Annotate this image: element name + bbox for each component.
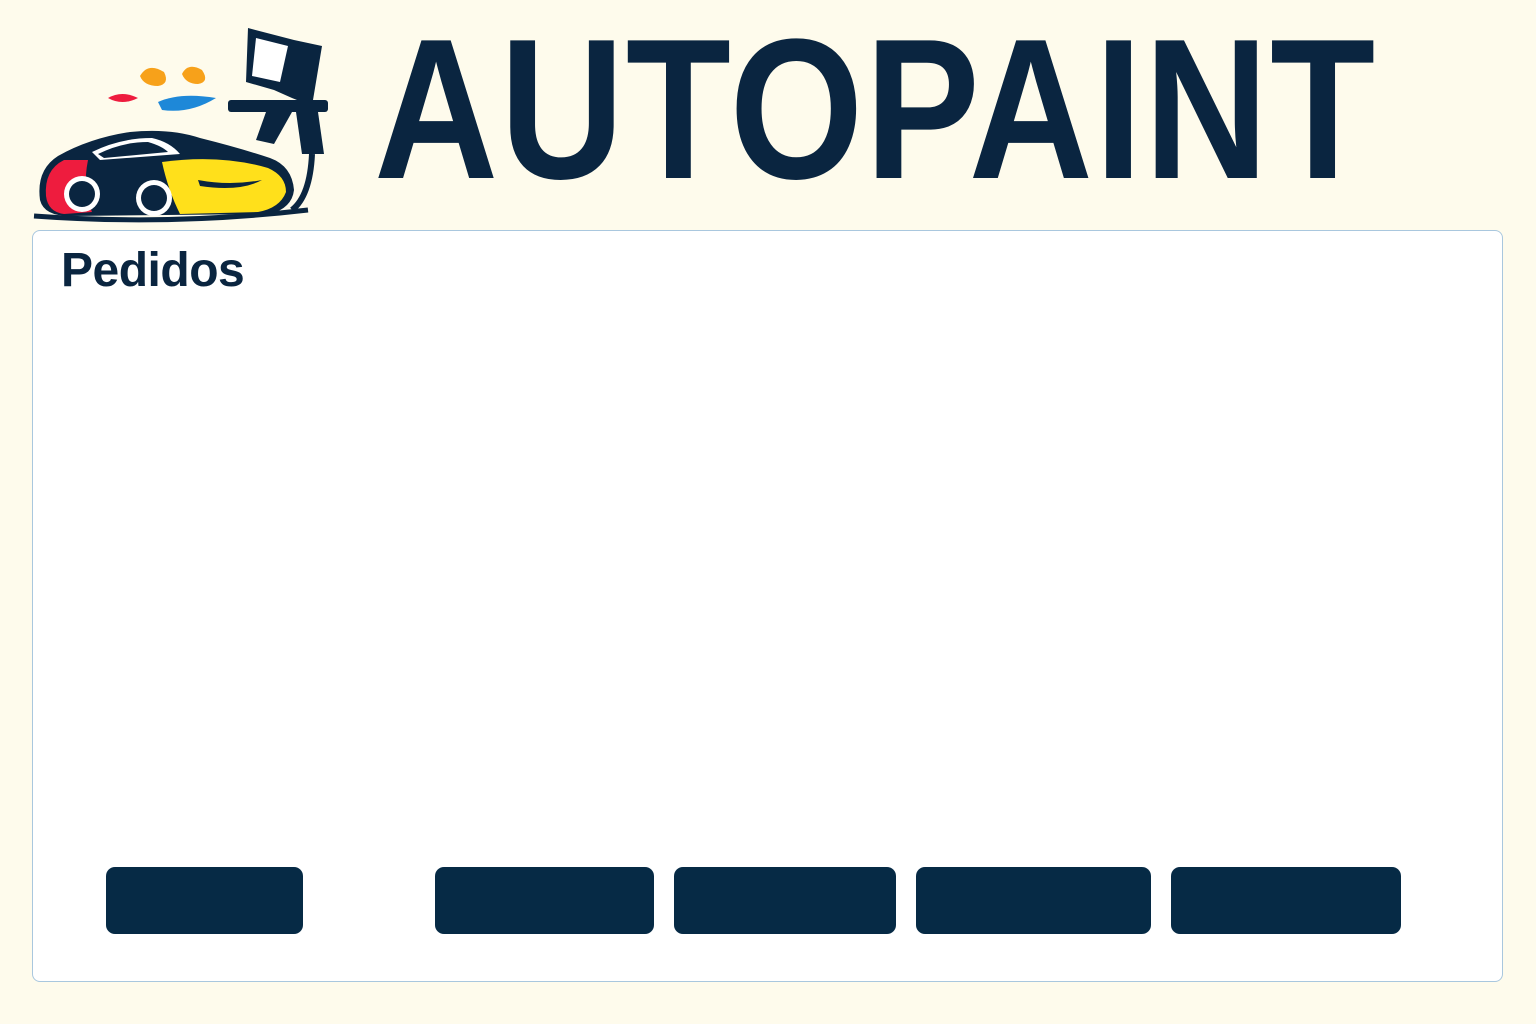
action-button-1[interactable]: [106, 867, 303, 934]
panel-title: Pedidos: [61, 244, 245, 297]
action-button-2[interactable]: [435, 867, 654, 934]
action-button-4[interactable]: [916, 867, 1151, 934]
app-header: AUTOPAINT: [0, 0, 1536, 230]
brand-title: AUTOPAINT: [374, 0, 1377, 221]
car-spray-gun-logo: [33, 28, 328, 223]
action-button-5[interactable]: [1171, 867, 1401, 934]
orders-panel: Pedidos: [32, 230, 1503, 982]
action-button-3[interactable]: [674, 867, 896, 934]
